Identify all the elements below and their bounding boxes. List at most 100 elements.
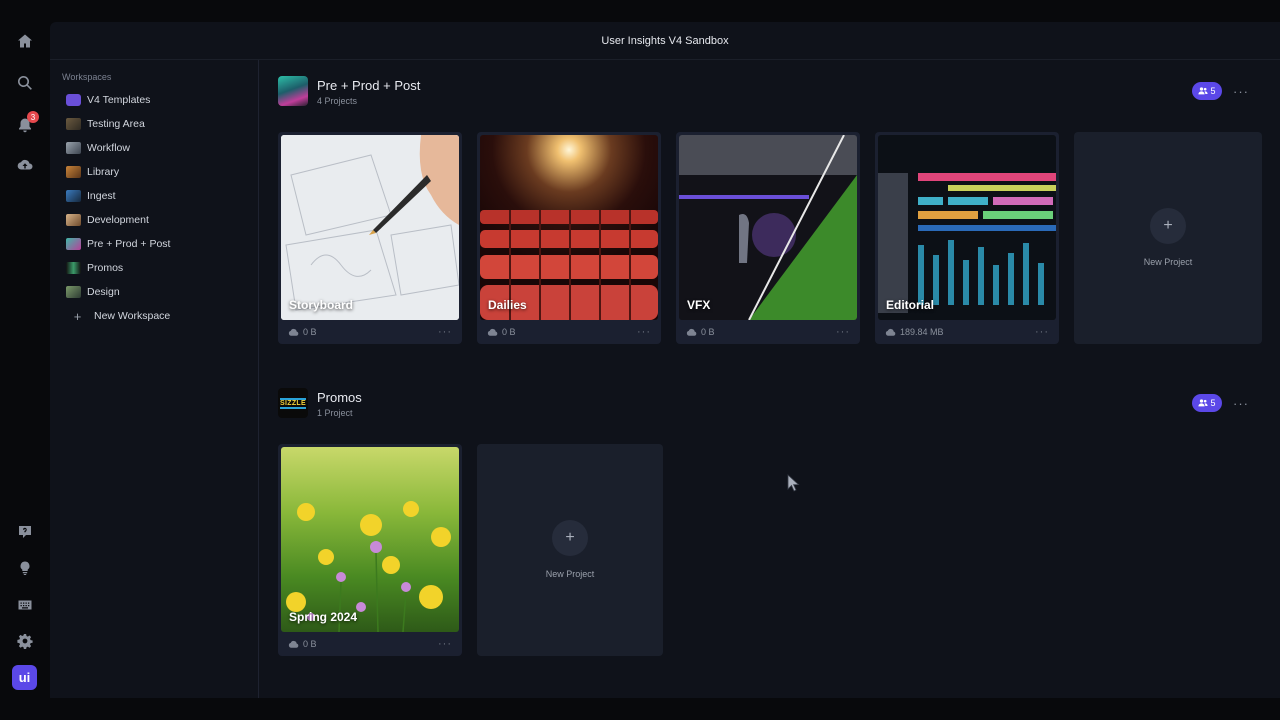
users-icon <box>1198 399 1209 407</box>
members-count: 5 <box>1210 398 1216 408</box>
workspace-thumb <box>66 214 81 226</box>
more-options-icon[interactable]: ··· <box>1232 394 1250 412</box>
sidebar-item-library[interactable]: Library <box>50 160 258 184</box>
icon-rail: 3 ui <box>0 0 50 720</box>
project-size: 189.84 MB <box>900 327 944 337</box>
gear-icon[interactable] <box>13 629 37 653</box>
section-subtitle: 1 Project <box>317 408 353 418</box>
more-options-icon[interactable]: ··· <box>1232 82 1250 100</box>
project-name: Storyboard <box>289 298 354 312</box>
more-options-icon[interactable]: ··· <box>438 326 452 338</box>
sidebar-item-pre-prod-post[interactable]: Pre + Prod + Post <box>50 232 258 256</box>
project-footer: 189.84 MB ··· <box>875 320 1059 344</box>
project-card-vfx[interactable]: VFX 0 B ··· <box>676 132 860 344</box>
sidebar-item-label: Pre + Prod + Post <box>87 238 171 250</box>
sidebar-item-development[interactable]: Development <box>50 208 258 232</box>
members-button[interactable]: 5 <box>1192 82 1222 100</box>
cloud-icon <box>686 328 697 336</box>
project-size: 0 B <box>303 639 317 649</box>
brand-logo[interactable]: ui <box>12 665 37 690</box>
mouse-cursor <box>787 474 800 492</box>
section-title: Pre + Prod + Post <box>317 78 421 93</box>
new-workspace-label: New Workspace <box>94 310 171 322</box>
sidebar-item-label: V4 Templates <box>87 94 151 106</box>
sidebar-item-ingest[interactable]: Ingest <box>50 184 258 208</box>
new-project-label: New Project <box>545 569 595 579</box>
sidebar-heading: Workspaces <box>62 72 112 82</box>
cloud-icon <box>885 328 896 336</box>
project-name: VFX <box>687 298 711 312</box>
workspace-section: Pre + Prod + Post 4 Projects 5 ··· Story… <box>278 76 1268 344</box>
project-footer: 0 B ··· <box>477 320 661 344</box>
workspace-sidebar: Workspaces V4 Templates Testing Area Wor… <box>50 60 259 698</box>
users-icon <box>1198 87 1209 95</box>
keyboard-icon[interactable] <box>13 593 37 617</box>
sidebar-item-label: Design <box>87 286 120 298</box>
search-icon[interactable] <box>13 71 37 95</box>
cloud-upload-icon[interactable] <box>13 153 37 177</box>
notification-badge: 3 <box>27 111 39 123</box>
sidebar-item-design[interactable]: Design <box>50 280 258 304</box>
members-button[interactable]: 5 <box>1192 394 1222 412</box>
brand-label: ui <box>18 670 31 685</box>
plus-icon: + <box>1150 208 1186 244</box>
workspace-thumb <box>66 190 81 202</box>
workspace-thumb-text: SIZZLE <box>280 397 306 409</box>
workspace-thumb <box>66 118 81 130</box>
workspace-thumb <box>66 166 81 178</box>
project-card-dailies[interactable]: Dailies 0 B ··· <box>477 132 661 344</box>
more-options-icon[interactable]: ··· <box>438 638 452 650</box>
new-project-label: New Project <box>1143 257 1193 267</box>
project-card-spring-2024[interactable]: Spring 2024 0 B ··· <box>278 444 462 656</box>
workspace-thumb <box>66 94 81 106</box>
members-count: 5 <box>1210 86 1216 96</box>
project-thumbnail: Editorial <box>878 135 1056 320</box>
home-icon[interactable] <box>13 29 37 53</box>
sidebar-item-label: Library <box>87 166 120 178</box>
section-header: Pre + Prod + Post 4 Projects 5 ··· <box>278 76 1268 116</box>
project-size: 0 B <box>303 327 317 337</box>
plus-icon: + <box>552 520 588 556</box>
new-project-button[interactable]: + New Project <box>1074 132 1262 344</box>
project-footer: 0 B ··· <box>278 632 462 656</box>
cloud-icon <box>487 328 498 336</box>
help-icon[interactable] <box>13 520 37 544</box>
cloud-icon <box>288 640 299 648</box>
more-options-icon[interactable]: ··· <box>637 326 651 338</box>
new-project-button[interactable]: + New Project <box>477 444 663 656</box>
project-name: Dailies <box>488 298 527 312</box>
plus-icon: + <box>73 308 82 324</box>
project-card-editorial[interactable]: Editorial 189.84 MB ··· <box>875 132 1059 344</box>
workspace-thumb <box>66 286 81 298</box>
project-size: 0 B <box>701 327 715 337</box>
project-thumbnail: Storyboard <box>281 135 459 320</box>
more-options-icon[interactable]: ··· <box>1035 326 1049 338</box>
sidebar-item-testing-area[interactable]: Testing Area <box>50 112 258 136</box>
project-footer: 0 B ··· <box>278 320 462 344</box>
sidebar-item-label: Ingest <box>87 190 116 202</box>
project-footer: 0 B ··· <box>676 320 860 344</box>
project-size: 0 B <box>502 327 516 337</box>
lightbulb-icon[interactable] <box>13 556 37 580</box>
sidebar-item-label: Testing Area <box>87 118 145 130</box>
workspace-thumb <box>66 142 81 154</box>
project-card-storyboard[interactable]: Storyboard 0 B ··· <box>278 132 462 344</box>
cloud-icon <box>288 328 299 336</box>
sidebar-item-v4-templates[interactable]: V4 Templates <box>50 88 258 112</box>
project-grid: Storyboard 0 B ··· Dailies 0 B ··· VFX 0… <box>278 132 1262 344</box>
page-title: User Insights V4 Sandbox <box>601 34 729 47</box>
section-subtitle: 4 Projects <box>317 96 358 106</box>
project-grid: Spring 2024 0 B ··· + New Project <box>278 444 663 656</box>
bell-icon[interactable]: 3 <box>13 111 39 137</box>
sidebar-item-label: Promos <box>87 262 124 274</box>
more-options-icon[interactable]: ··· <box>836 326 850 338</box>
project-thumbnail: Spring 2024 <box>281 447 459 632</box>
project-name: Spring 2024 <box>289 610 358 624</box>
project-name: Editorial <box>886 298 935 312</box>
workspace-thumb: SIZZLE <box>278 388 308 418</box>
sidebar-item-promos[interactable]: Promos <box>50 256 258 280</box>
project-thumbnail: VFX <box>679 135 857 320</box>
new-workspace-button[interactable]: + New Workspace <box>50 304 258 328</box>
app-shell: User Insights V4 Sandbox Workspaces V4 T… <box>50 22 1280 698</box>
sidebar-item-workflow[interactable]: Workflow <box>50 136 258 160</box>
